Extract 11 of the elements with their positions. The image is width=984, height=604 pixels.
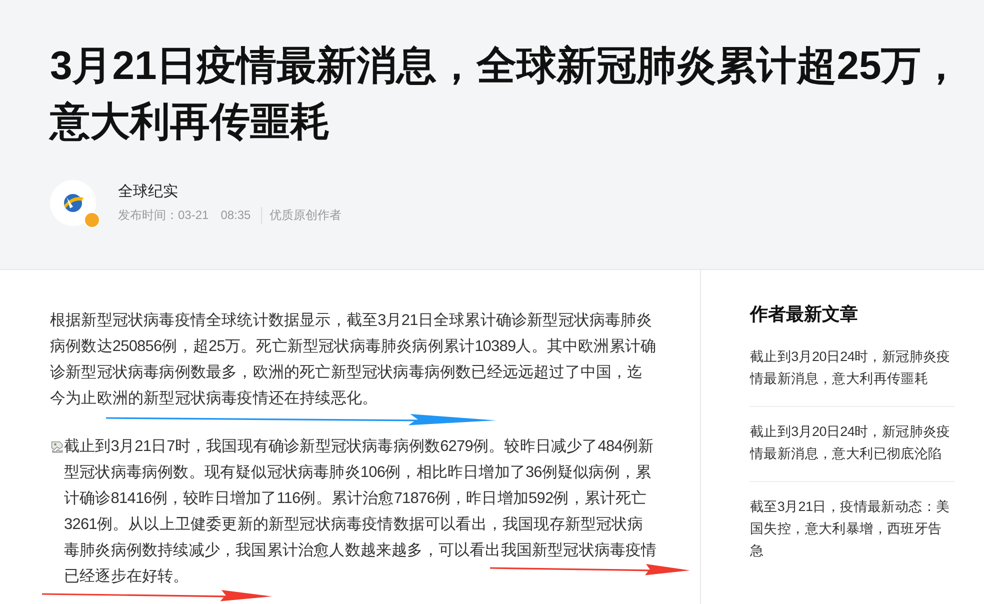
sidebar-title: 作者最新文章 xyxy=(750,303,859,326)
author-name[interactable]: 全球纪实 xyxy=(118,182,342,201)
broken-image-icon xyxy=(50,440,64,454)
article-link[interactable]: 截止到3月20日24时，新冠肺炎疫情最新消息，意大利再传噩耗 xyxy=(750,338,955,407)
paragraph-text: 截止到3月21日7时，我国现有确诊新型冠状病毒病例数6279例。较昨日减少了484例新型冠状病毒病例数。现有疑似冠状病毒肺炎106例，相比昨日增加了36例疑似病例，累计确诊81416例，较昨日增加了116例。累计治愈71876例，昨日增加592例，累计死亡3261例。从以上卫健委更新的新型冠状病毒疫情数据可以看出，我国现存新型冠状病毒肺炎病例数持续减少，我国累计治愈人数越来越多，可以看出我国新型冠状病毒疫情已经逐步在好转。 xyxy=(64,437,658,587)
author-tag: 优质原创作者 xyxy=(270,207,342,224)
publish-time: 发布时间：03-21 08:35 xyxy=(118,207,262,224)
paragraph-text: 根据新型冠状病毒疫情全球统计数据显示，截至3月21日全球累计确诊新型冠状病毒肺炎病例数达250856例，超25万。死亡新型冠状病毒肺炎病例累计10389人。其中欧洲累计确诊新型冠状病毒病例数最多，欧洲的死亡新型冠状病毒病例数已经远远超过了中国，迄今为止欧洲的新型冠状病毒疫情还在持续恶化。 xyxy=(50,311,658,409)
article-link[interactable]: 截止到3月20日24时，新冠肺炎疫情最新消息，意大利已彻底沦陷 xyxy=(750,413,955,482)
article-title: 3月21日疫情最新消息，全球新冠肺炎累计超25万，意大利再传噩耗 xyxy=(50,43,962,146)
article-link[interactable]: 截至3月21日，疫情最新动态：美国失控，意大利暴增，西班牙告急 xyxy=(750,488,955,578)
